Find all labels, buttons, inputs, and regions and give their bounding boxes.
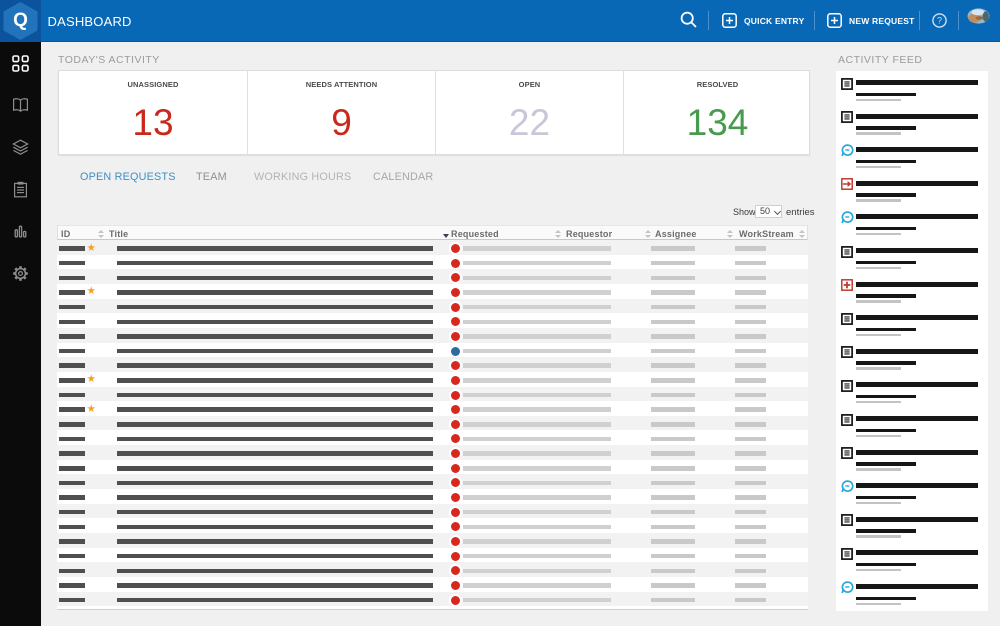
svg-text:?: ?: [937, 16, 942, 26]
